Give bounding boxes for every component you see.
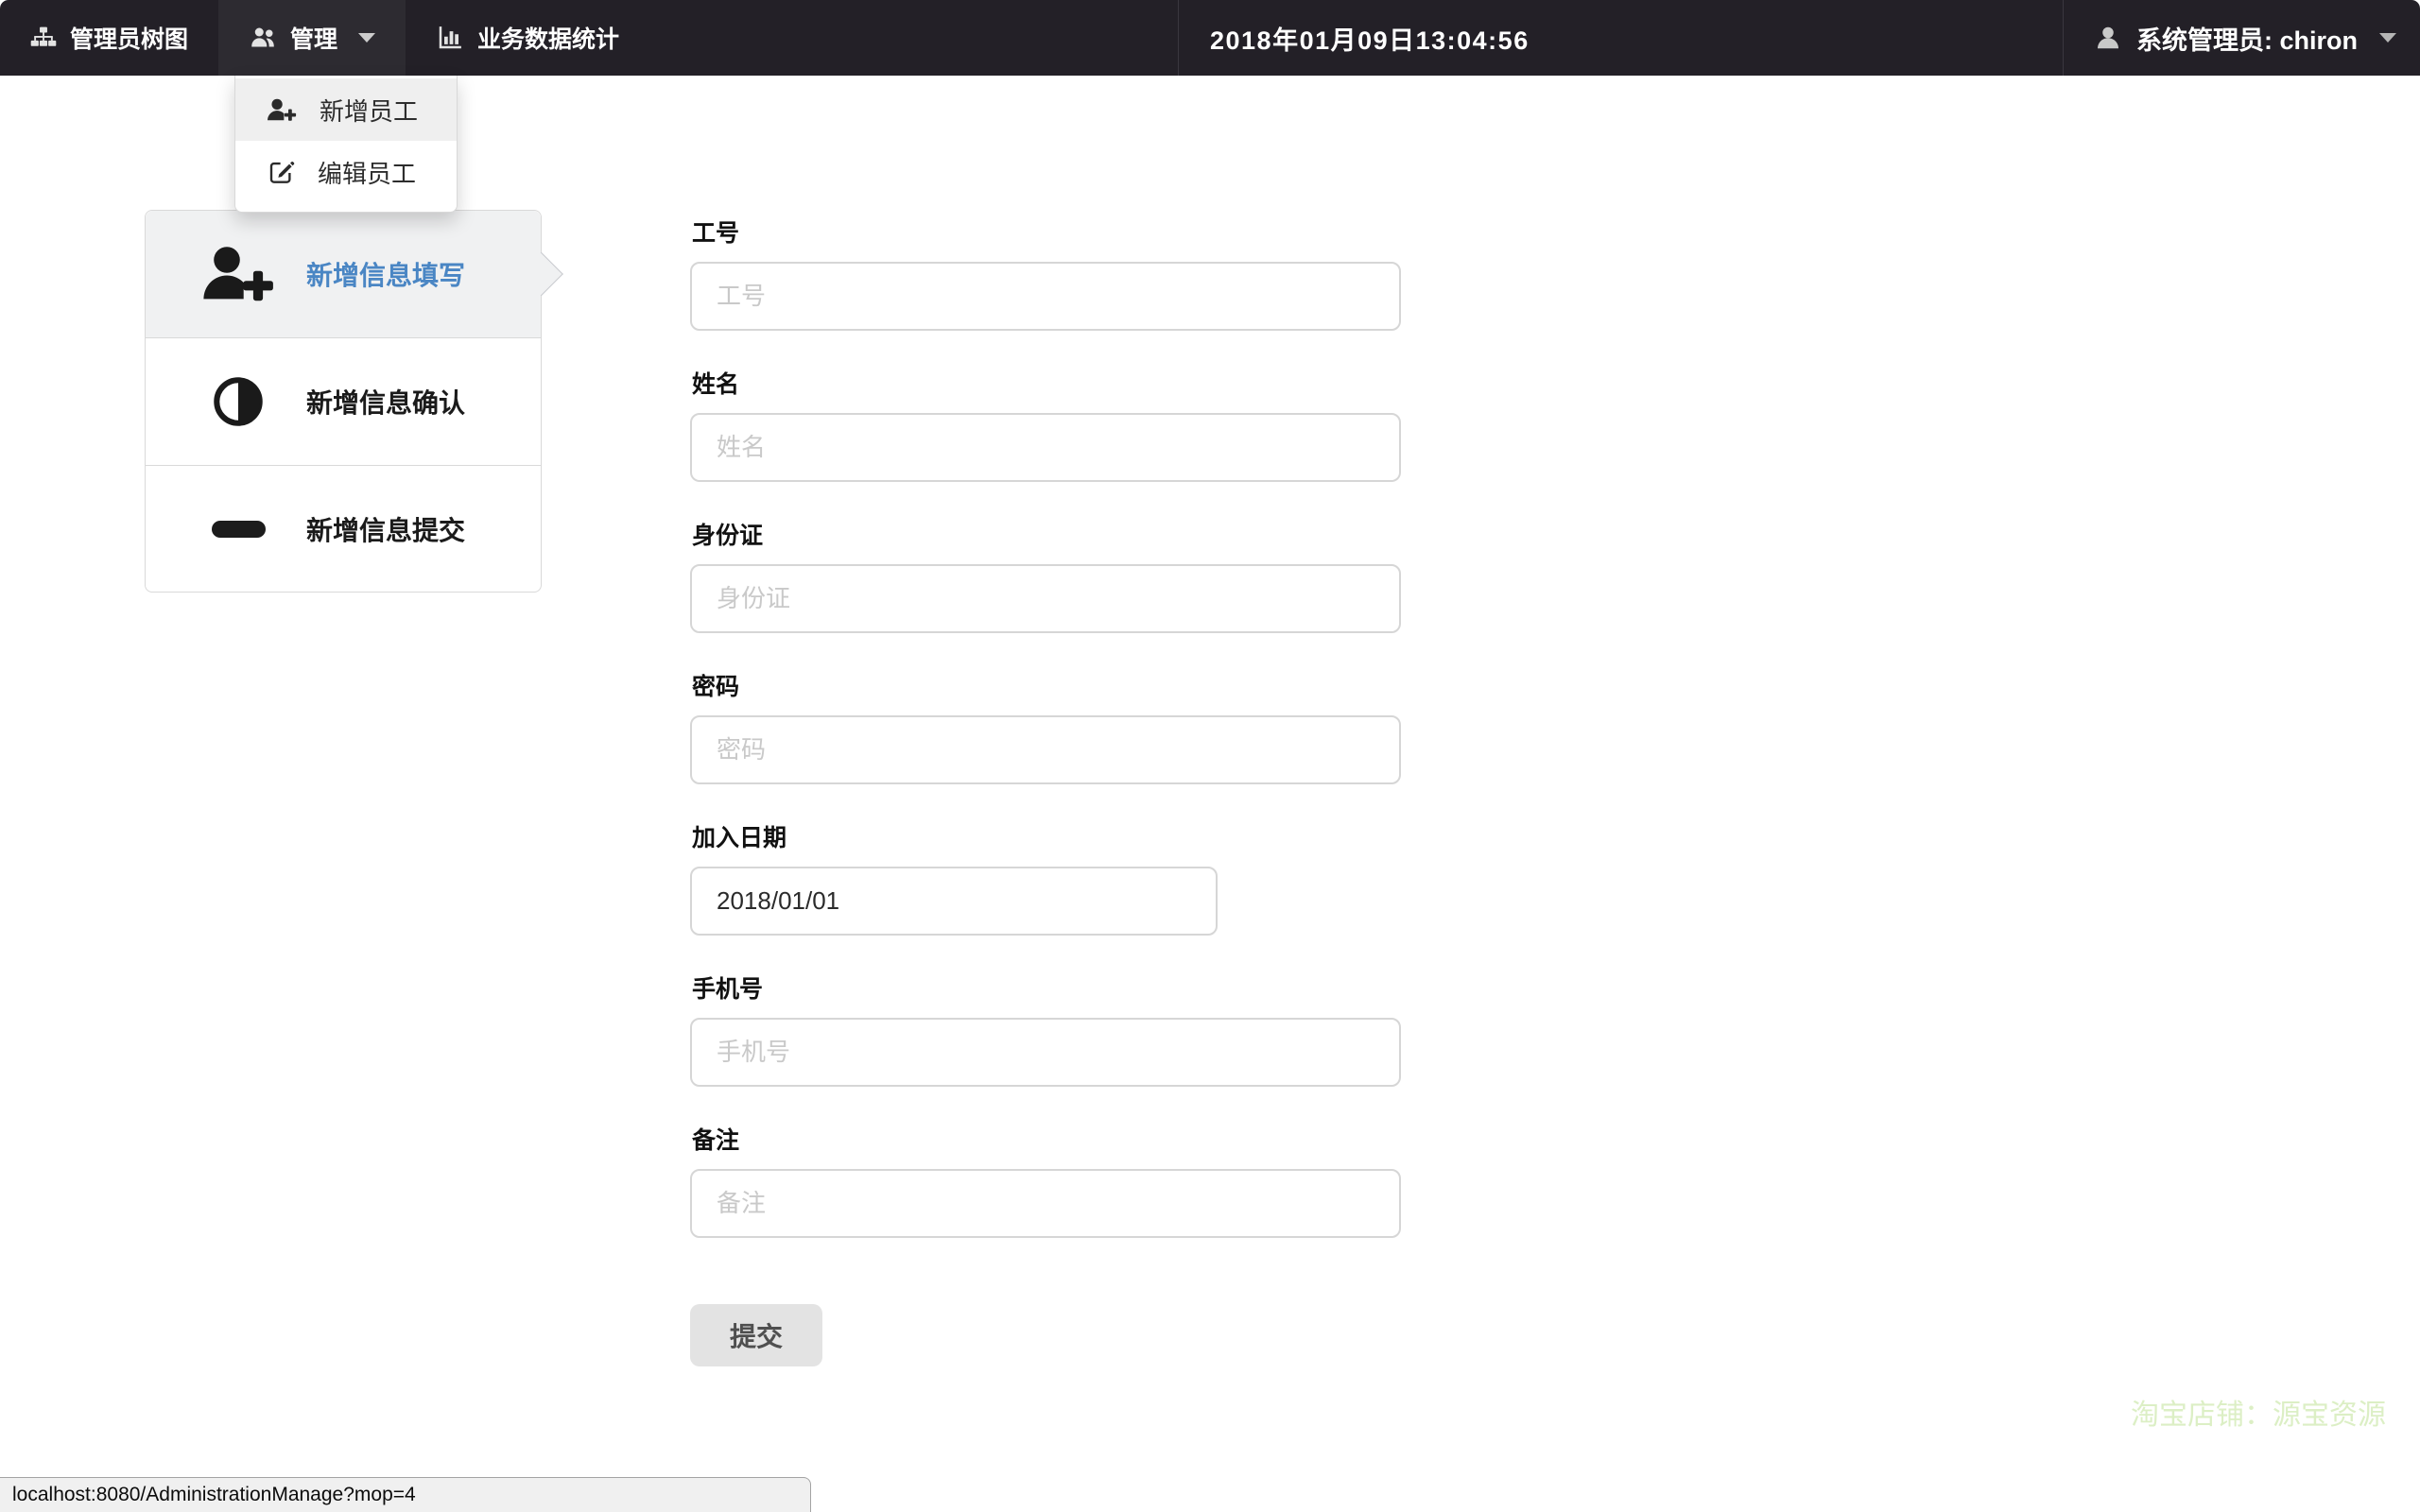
top-navbar: 管理员树图 管理 业务数据统计 2018年01月09日13:04:56 系统管理… [0,0,2420,76]
phone-input[interactable] [690,1018,1401,1087]
navbar-user-menu[interactable]: 系统管理员: chiron [2063,0,2420,76]
user-label: 系统管理员: chiron [2136,26,2358,55]
join-date-input[interactable] [690,867,1218,936]
work-id-input[interactable] [690,262,1401,331]
step-wizard-panel: 新增信息填写 新增信息确认 新增信息提交 [145,210,563,593]
bar-chart-icon [436,24,464,52]
sitemap-icon [30,25,57,51]
user-icon [2094,24,2122,52]
step-label: 新增信息提交 [306,515,466,545]
browser-status-bar: localhost:8080/AdministrationManage?mop=… [0,1477,811,1512]
id-card-input[interactable] [690,564,1401,633]
step-submit-info[interactable]: 新增信息提交 [146,466,541,592]
menu-item-edit-employee[interactable]: 编辑员工 [235,141,457,203]
field-group-id-card: 身份证 [690,517,1446,633]
chevron-down-icon [2379,33,2396,43]
menu-item-label: 新增员工 [320,96,419,126]
field-group-remarks: 备注 [690,1122,1446,1238]
field-label: 备注 [692,1127,740,1154]
chevron-down-icon [358,33,376,43]
adjust-icon [199,374,278,429]
step-confirm-info[interactable]: 新增信息确认 [146,338,541,466]
password-input[interactable] [690,715,1401,784]
nav-item-admin-tree[interactable]: 管理员树图 [0,0,218,76]
field-label: 姓名 [692,371,740,398]
field-group-password: 密码 [690,668,1446,784]
navbar-left-group: 管理员树图 管理 业务数据统计 [0,0,649,76]
step-label: 新增信息确认 [306,388,466,418]
navbar-datetime: 2018年01月09日13:04:56 [1178,0,1530,76]
menu-item-label: 编辑员工 [318,159,417,188]
field-group-work-id: 工号 [690,215,1446,331]
field-label: 加入日期 [692,825,787,851]
field-group-phone: 手机号 [690,971,1446,1087]
field-group-join-date: 加入日期 [690,819,1446,936]
status-url: localhost:8080/AdministrationManage?mop=… [12,1484,416,1505]
nav-item-label: 管理员树图 [70,26,189,53]
menu-item-add-employee[interactable]: 新增员工 [235,78,457,141]
manage-dropdown-menu: 新增员工 编辑员工 [234,76,458,213]
submit-button[interactable]: 提交 [690,1304,822,1366]
field-label: 工号 [692,220,740,247]
pencil-square-icon [267,158,295,186]
minus-icon [199,520,278,538]
user-plus-icon [267,97,297,123]
user-plus-icon [199,243,278,305]
new-employee-form: 工号 姓名 身份证 密码 加入日期 手机号 备注 提交 [690,215,1446,1366]
watermark-text: 淘宝店铺：源宝资源 [2131,1400,2386,1431]
active-step-arrow [519,251,563,297]
field-label: 手机号 [692,976,764,1003]
nav-item-label: 管理 [290,26,338,53]
step-fill-info[interactable]: 新增信息填写 [146,211,563,338]
nav-item-label: 业务数据统计 [477,26,620,53]
name-input[interactable] [690,413,1401,482]
nav-item-business-stats[interactable]: 业务数据统计 [406,0,649,76]
nav-item-manage[interactable]: 管理 [218,0,406,76]
datetime-text: 2018年01月09日13:04:56 [1210,26,1530,55]
remarks-input[interactable] [690,1169,1401,1238]
field-label: 密码 [692,674,740,700]
users-icon [249,24,277,52]
step-label: 新增信息填写 [306,261,466,290]
field-group-name: 姓名 [690,366,1446,482]
field-label: 身份证 [692,523,764,549]
